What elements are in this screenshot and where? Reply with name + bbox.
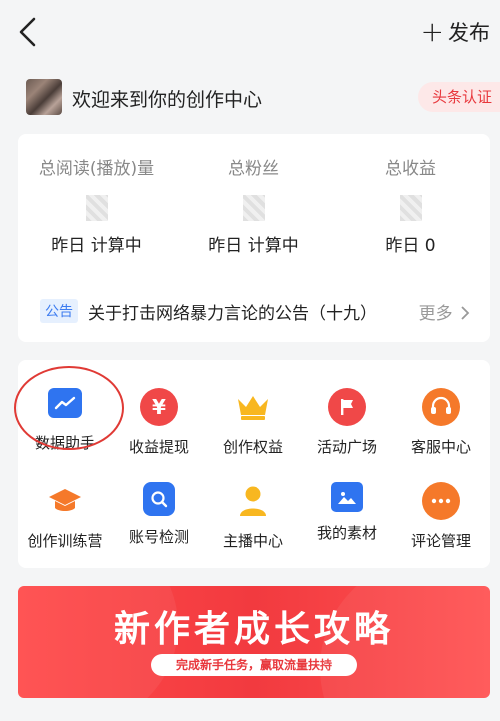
- comment-icon: [422, 482, 460, 520]
- stat-label: 总粉丝: [228, 159, 279, 179]
- tool-label: 数据助手: [34, 434, 95, 452]
- stat-total-reads[interactable]: 总阅读(播放)量 昨日 计算中: [18, 154, 175, 256]
- yuan-icon: ¥: [140, 388, 178, 426]
- tool-customer-service[interactable]: 客服中心: [394, 388, 488, 457]
- tool-label: 活动广场: [316, 438, 377, 456]
- flag-icon: [328, 388, 366, 426]
- stats-card: 总阅读(播放)量 昨日 计算中 总粉丝 昨日 计算中 总收益 昨日 0 公告 关…: [18, 134, 490, 342]
- tool-my-materials[interactable]: 我的素材: [300, 482, 394, 543]
- banner-title: 新作者成长攻略: [113, 609, 394, 650]
- plus-icon: +: [420, 15, 444, 48]
- shield-search-icon: [143, 482, 175, 516]
- notice-tag: 公告: [40, 299, 78, 323]
- tool-activity-square[interactable]: 活动广场: [300, 388, 394, 457]
- stat-sub: 昨日 计算中: [51, 236, 142, 256]
- notice-more-label: 更多: [418, 303, 453, 324]
- headset-icon: [422, 388, 460, 426]
- stat-value-blurred: [242, 195, 265, 221]
- stat-label: 总收益: [385, 159, 436, 179]
- notice-more-link[interactable]: 更多: [419, 299, 470, 324]
- person-icon: [234, 482, 272, 520]
- tool-anchor-center[interactable]: 主播中心: [206, 482, 300, 551]
- welcome-bar: 欢迎来到你的创作中心 头条认证: [0, 76, 500, 118]
- banner-subtitle: 完成新手任务，赢取流量扶持: [151, 654, 357, 676]
- stat-value-blurred: [85, 195, 108, 221]
- tool-label: 账号检测: [128, 528, 189, 546]
- stat-label: 总阅读(播放)量: [38, 159, 155, 179]
- stat-sub: 昨日 0: [385, 236, 436, 256]
- stat-total-income[interactable]: 总收益 昨日 0: [332, 154, 489, 256]
- notice-text: 关于打击网络暴力言论的公告（十九）: [88, 303, 377, 324]
- tool-comment-manage[interactable]: 评论管理: [394, 482, 488, 551]
- tool-label: 评论管理: [410, 532, 471, 550]
- tool-training-camp[interactable]: 创作训练营: [18, 482, 112, 551]
- top-bar: + 发布: [0, 0, 500, 64]
- publish-label: 发布: [448, 21, 490, 45]
- tool-account-check[interactable]: 账号检测: [112, 482, 206, 547]
- tool-income-withdraw[interactable]: ¥ 收益提现: [112, 388, 206, 457]
- tool-label: 创作训练营: [27, 532, 103, 550]
- welcome-text: 欢迎来到你的创作中心: [72, 89, 263, 111]
- back-icon[interactable]: [14, 16, 44, 48]
- tool-label: 收益提现: [128, 438, 189, 456]
- promo-banner[interactable]: 新作者成长攻略 完成新手任务，赢取流量扶持: [18, 586, 490, 698]
- tool-label: 主播中心: [222, 532, 283, 550]
- graduation-cap-icon: [46, 482, 84, 520]
- stat-value-blurred: [399, 195, 422, 221]
- tool-label: 创作权益: [222, 438, 283, 456]
- chevron-right-icon: [461, 305, 470, 320]
- stat-total-fans[interactable]: 总粉丝 昨日 计算中: [175, 154, 332, 256]
- tool-label: 我的素材: [316, 524, 377, 542]
- stat-sub: 昨日 计算中: [208, 236, 299, 256]
- avatar[interactable]: [26, 79, 62, 115]
- tool-creator-rights[interactable]: 创作权益: [206, 388, 300, 457]
- publish-button[interactable]: + 发布: [421, 16, 490, 48]
- crown-icon: [234, 388, 272, 426]
- verify-badge[interactable]: 头条认证: [417, 82, 500, 112]
- tool-data-assistant[interactable]: 数据助手: [18, 388, 112, 453]
- notice-bar[interactable]: 公告 关于打击网络暴力言论的公告（十九） 更多: [18, 294, 490, 328]
- data-chart-icon: [48, 388, 82, 418]
- image-icon: [331, 482, 363, 512]
- tools-grid: 数据助手 ¥ 收益提现 创作权益 活动广场 客服中心 创作训练营 账号检测 主播…: [14, 360, 490, 568]
- tool-label: 客服中心: [410, 438, 471, 456]
